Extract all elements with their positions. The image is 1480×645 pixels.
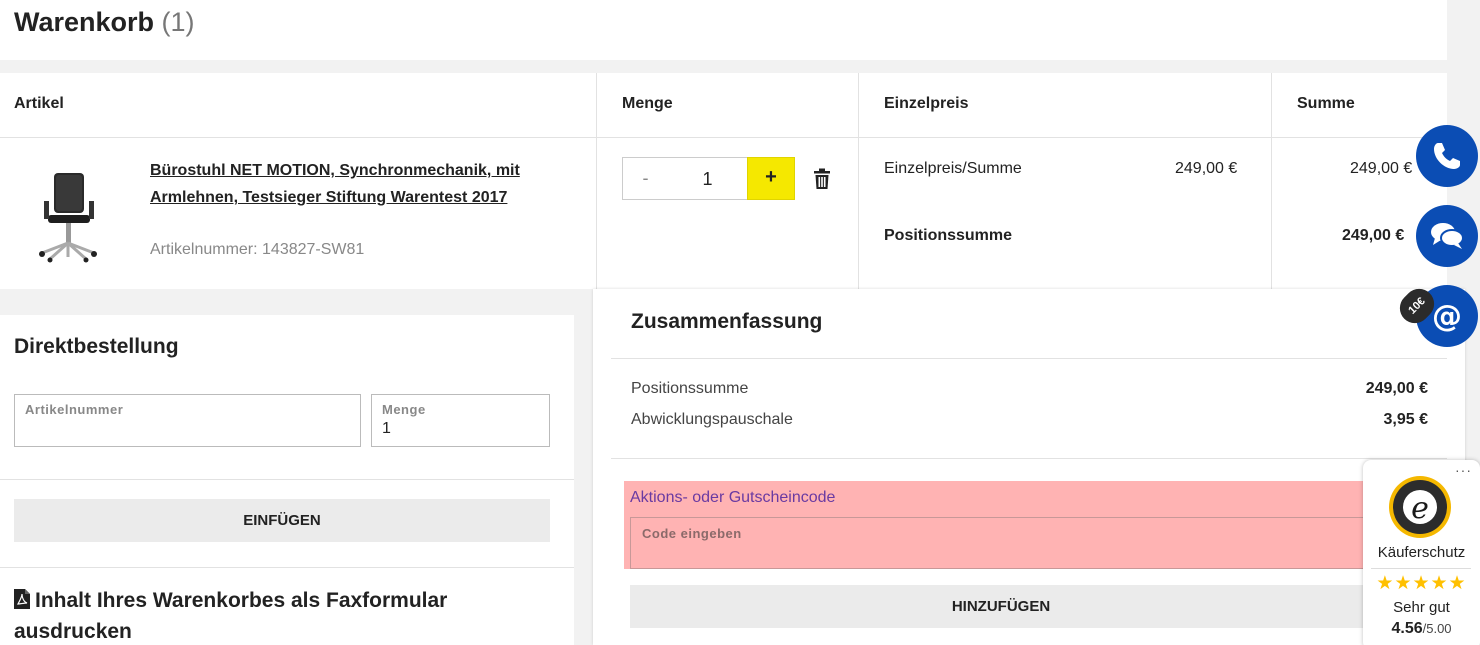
trusted-shops-widget[interactable]: ··· e Käuferschutz ★★★★★ Sehr gut 4.56/5…	[1363, 460, 1480, 645]
summary-panel: Zusammenfassung Positionssumme 249,00 € …	[593, 289, 1465, 645]
svg-text:@: @	[1432, 299, 1462, 334]
rating-max: /5.00	[1422, 621, 1452, 636]
voucher-label: Aktions- oder Gutscheincode	[630, 489, 836, 506]
buyer-protection-label: Käuferschutz	[1377, 544, 1466, 561]
product-image[interactable]	[32, 167, 104, 263]
column-divider	[858, 73, 859, 289]
trash-icon[interactable]	[813, 168, 831, 190]
phone-icon	[1434, 143, 1460, 169]
cart-count: (1)	[161, 7, 195, 37]
chat-icon	[1431, 223, 1464, 249]
line-sum: 249,00 €	[1350, 160, 1413, 177]
position-sum: 249,00 €	[1342, 227, 1405, 244]
direct-order-title: Direktbestellung	[14, 335, 179, 358]
summary-positions-label: Positionssumme	[631, 380, 749, 397]
svg-text:e: e	[1411, 491, 1429, 526]
trusted-shops-seal-icon: e	[1389, 476, 1451, 538]
chat-button[interactable]	[1416, 205, 1478, 267]
divider	[611, 458, 1447, 459]
add-voucher-button[interactable]: HINZUFÜGEN	[630, 585, 1372, 628]
title-bar: Warenkorb (1)	[0, 0, 1447, 60]
column-divider	[1271, 73, 1272, 289]
voucher-input[interactable]: Code eingeben	[630, 517, 1370, 569]
fax-form-text: Inhalt Ihres Warenkorbes als Faxformular…	[14, 589, 448, 643]
summary-positions-value: 249,00 €	[1365, 380, 1428, 397]
direct-order-panel: Direktbestellung Artikelnummer Menge 1 E…	[0, 315, 574, 645]
article-number-field[interactable]: Artikelnummer	[14, 394, 361, 447]
column-header-summe: Summe	[1297, 95, 1355, 112]
voucher-placeholder: Code eingeben	[642, 526, 742, 541]
header-divider	[0, 137, 1447, 138]
phone-button[interactable]	[1416, 125, 1478, 187]
divider	[1371, 568, 1471, 569]
voucher-section: Aktions- oder Gutscheincode Code eingebe…	[624, 481, 1384, 569]
pdf-icon	[14, 589, 30, 609]
qty-increase-button[interactable]: +	[747, 157, 795, 200]
column-header-einzelpreis: Einzelpreis	[884, 95, 969, 112]
divider	[0, 567, 574, 568]
rating-score: 4.56/5.00	[1363, 620, 1480, 638]
summary-fee-value: 3,95 €	[1383, 411, 1428, 428]
position-sum-label: Positionssumme	[884, 227, 1013, 244]
product-link[interactable]: Bürostuhl NET MOTION, Synchronmechanik, …	[150, 157, 570, 211]
page-title-text: Warenkorb	[14, 7, 155, 37]
insert-button[interactable]: EINFÜGEN	[14, 499, 550, 542]
column-header-artikel: Artikel	[14, 95, 64, 112]
rating-grade: Sehr gut	[1393, 599, 1450, 616]
page-title: Warenkorb (1)	[14, 7, 195, 38]
rating-value: 4.56	[1391, 620, 1423, 637]
quantity-field[interactable]: Menge 1	[371, 394, 550, 447]
divider	[0, 479, 574, 480]
quantity-value: 1	[382, 420, 391, 437]
qty-decrease-button[interactable]: -	[622, 157, 669, 200]
column-header-menge: Menge	[622, 95, 673, 112]
summary-title: Zusammenfassung	[631, 310, 823, 333]
unit-price: 249,00 €	[1175, 160, 1238, 177]
summary-fee-label: Abwicklungspauschale	[631, 411, 793, 428]
unit-price-label: Einzelpreis/Summe	[884, 160, 1022, 177]
rating-stars: ★★★★★	[1376, 573, 1467, 594]
article-number-label: Artikelnummer	[25, 402, 124, 417]
quantity-label: Menge	[382, 402, 426, 417]
article-number: Artikelnummer: 143827-SW81	[150, 241, 365, 258]
cart-table: Artikel Menge Einzelpreis Summe Bürostuh…	[0, 73, 1447, 289]
column-divider	[596, 73, 597, 289]
fax-form-link[interactable]: Inhalt Ihres Warenkorbes als Faxformular…	[14, 585, 534, 645]
qty-input[interactable]: 1	[668, 157, 747, 200]
divider	[611, 358, 1447, 359]
more-options-icon[interactable]: ···	[1455, 462, 1472, 478]
